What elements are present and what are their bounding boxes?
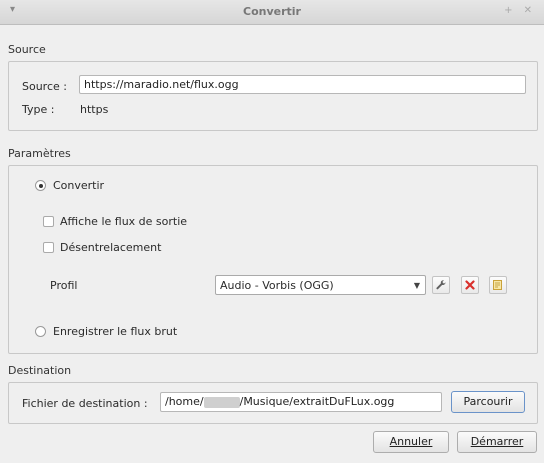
- cancel-button[interactable]: Annuler: [373, 431, 449, 453]
- edit-profile-button[interactable]: [432, 276, 450, 294]
- source-section-label: Source: [8, 43, 46, 56]
- path-prefix: /home/: [165, 395, 204, 408]
- window-controls[interactable]: + ✕: [504, 5, 536, 16]
- type-value: https: [80, 103, 109, 116]
- raw-dump-label: Enregistrer le flux brut: [53, 325, 178, 338]
- params-section-label: Paramètres: [8, 147, 71, 160]
- source-label: Source :: [22, 80, 67, 93]
- edit-icon: [493, 280, 502, 290]
- source-input[interactable]: https://maradio.net/flux.ogg: [79, 75, 526, 94]
- path-suffix: /Musique/extraitDuFLux.ogg: [239, 395, 395, 408]
- show-output-checkbox[interactable]: [43, 216, 54, 227]
- title-bar: ▾ Convertir + ✕: [0, 0, 544, 25]
- source-group: [8, 61, 538, 131]
- destination-file-input[interactable]: /home/ /Musique/extraitDuFLux.ogg: [160, 392, 442, 412]
- type-label: Type :: [22, 103, 55, 116]
- deinterlace-label: Désentrelacement: [60, 241, 162, 254]
- delete-profile-button[interactable]: [461, 276, 479, 294]
- show-output-label: Affiche le flux de sortie: [60, 215, 188, 228]
- start-button[interactable]: Démarrer: [457, 431, 537, 453]
- destination-file-label: Fichier de destination :: [22, 397, 148, 410]
- delete-icon: [465, 280, 475, 290]
- profile-selected-value: Audio - Vorbis (OGG): [220, 279, 334, 292]
- profile-select[interactable]: Audio - Vorbis (OGG) ▼: [215, 275, 426, 295]
- profile-label: Profil: [50, 279, 78, 292]
- convert-label: Convertir: [53, 179, 105, 192]
- dropdown-arrow-icon: ▼: [413, 281, 420, 290]
- window-title: Convertir: [243, 5, 301, 18]
- redacted-username: [203, 396, 240, 408]
- destination-section-label: Destination: [8, 364, 72, 377]
- cancel-label: Annuler: [389, 435, 433, 448]
- raw-dump-radio[interactable]: [35, 326, 46, 337]
- convert-radio[interactable]: [35, 180, 46, 191]
- deinterlace-checkbox[interactable]: [43, 242, 54, 253]
- new-profile-button[interactable]: [489, 276, 507, 294]
- wrench-icon: [436, 280, 446, 290]
- browse-button[interactable]: Parcourir: [451, 391, 525, 413]
- start-label: Démarrer: [470, 435, 524, 448]
